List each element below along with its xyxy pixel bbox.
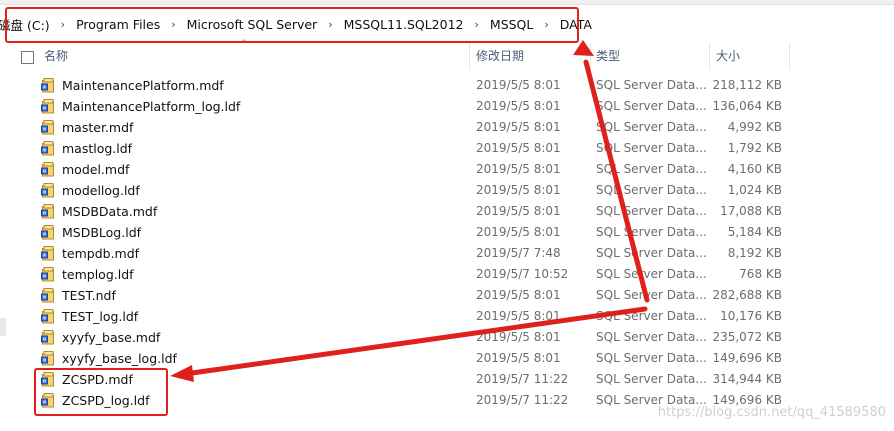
- arrow-head-left: [170, 365, 194, 382]
- watermark: https://blog.csdn.net/qq_41589580: [657, 405, 886, 420]
- arrow-line-left: [189, 306, 648, 376]
- annotation-arrows: [170, 40, 650, 382]
- arrow-head-up: [573, 40, 594, 56]
- arrow-line-up: [583, 59, 650, 303]
